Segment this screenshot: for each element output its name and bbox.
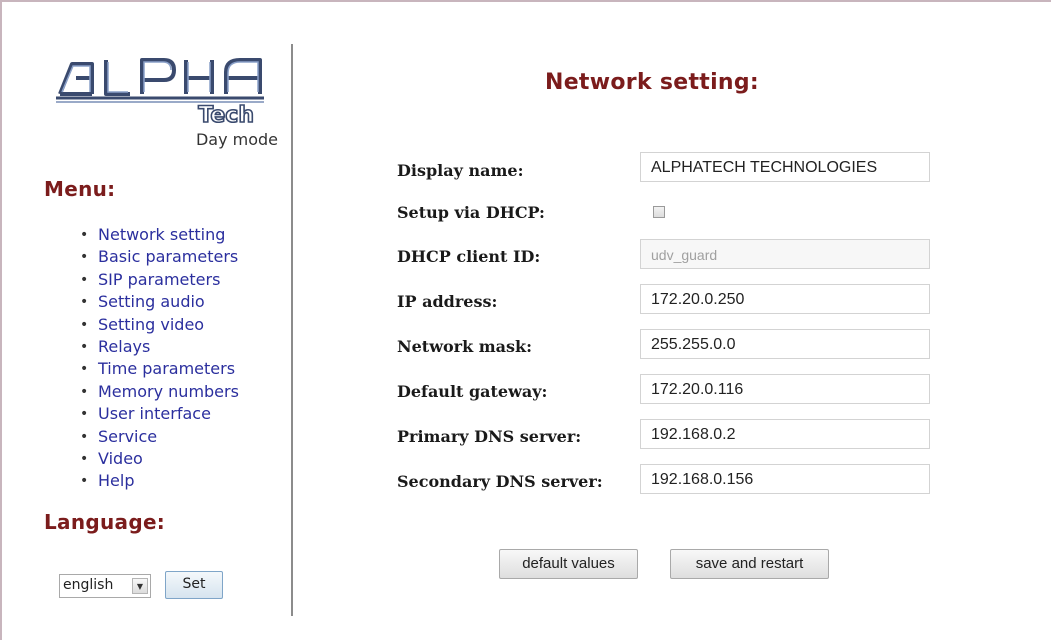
dhcp-label: Setup via DHCP:: [397, 203, 545, 222]
dhcp-checkbox[interactable]: [653, 206, 665, 218]
menu-link[interactable]: Video: [98, 449, 143, 468]
dhcp-client-id-input[interactable]: udv_guard: [640, 239, 930, 269]
primary-dns-label: Primary DNS server:: [397, 427, 582, 446]
menu-item-video[interactable]: • Video: [52, 448, 239, 470]
day-mode-label: Day mode: [195, 130, 278, 149]
menu-item-time-parameters[interactable]: • Time parameters: [52, 358, 239, 380]
menu-link[interactable]: User interface: [98, 404, 211, 423]
display-name-label: Display name:: [397, 161, 524, 180]
ip-address-input[interactable]: 172.20.0.250: [640, 284, 930, 314]
menu-link[interactable]: Setting video: [98, 315, 204, 334]
menu-link[interactable]: SIP parameters: [98, 270, 220, 289]
menu-link[interactable]: Relays: [98, 337, 150, 356]
menu-list: • Network setting • Basic parameters • SIP …: [52, 224, 239, 493]
menu-item-network-setting[interactable]: • Network setting: [52, 224, 239, 246]
language-select[interactable]: english ▼: [59, 574, 151, 598]
bullet-icon: •: [80, 450, 89, 467]
bullet-icon: •: [80, 316, 89, 333]
bullet-icon: •: [80, 271, 89, 288]
secondary-dns-input[interactable]: 192.168.0.156: [640, 464, 930, 494]
menu-item-help[interactable]: • Help: [52, 470, 239, 492]
menu-item-memory-numbers[interactable]: • Memory numbers: [52, 381, 239, 403]
bullet-icon: •: [80, 249, 89, 266]
ip-address-label: IP address:: [397, 292, 498, 311]
bullet-icon: •: [80, 338, 89, 355]
bullet-icon: •: [80, 294, 89, 311]
menu-link[interactable]: Time parameters: [98, 359, 235, 378]
menu-item-service[interactable]: • Service: [52, 426, 239, 448]
bullet-icon: •: [80, 473, 89, 490]
default-gateway-label: Default gateway:: [397, 382, 548, 401]
chevron-down-icon[interactable]: ▼: [132, 578, 148, 594]
secondary-dns-label: Secondary DNS server:: [397, 472, 603, 491]
menu-item-relays[interactable]: • Relays: [52, 336, 239, 358]
svg-text:Tech: Tech: [198, 103, 254, 128]
menu-link[interactable]: Service: [98, 427, 157, 446]
page-frame: Tech Day mode Menu: • Network setting • Ba…: [0, 0, 1051, 640]
bullet-icon: •: [80, 227, 89, 243]
bullet-icon: •: [80, 383, 89, 400]
sidebar-divider: [291, 44, 293, 616]
menu-item-basic-parameters[interactable]: • Basic parameters: [52, 246, 239, 268]
language-select-value: english: [63, 577, 114, 593]
menu-item-sip-parameters[interactable]: • SIP parameters: [52, 269, 239, 291]
display-name-input[interactable]: ALPHATECH TECHNOLOGIES: [640, 152, 930, 182]
primary-dns-input[interactable]: 192.168.0.2: [640, 419, 930, 449]
page-title: Network setting:: [545, 70, 760, 95]
menu-link[interactable]: Memory numbers: [98, 382, 239, 401]
menu-link[interactable]: Network setting: [98, 225, 225, 244]
menu-item-setting-audio[interactable]: • Setting audio: [52, 291, 239, 313]
menu-item-setting-video[interactable]: • Setting video: [52, 314, 239, 336]
set-language-button[interactable]: Set: [165, 571, 223, 599]
save-and-restart-button[interactable]: save and restart: [670, 549, 829, 579]
menu-link[interactable]: Basic parameters: [98, 247, 238, 266]
bullet-icon: •: [80, 361, 89, 378]
default-values-button[interactable]: default values: [499, 549, 638, 579]
alphatech-logo: Tech: [50, 46, 270, 136]
network-mask-label: Network mask:: [397, 337, 533, 356]
menu-heading: Menu:: [44, 177, 116, 201]
menu-link[interactable]: Setting audio: [98, 292, 205, 311]
bullet-icon: •: [80, 428, 89, 445]
dhcp-client-id-label: DHCP client ID:: [397, 247, 541, 266]
menu-link[interactable]: Help: [98, 471, 134, 490]
default-gateway-input[interactable]: 172.20.0.116: [640, 374, 930, 404]
bullet-icon: •: [80, 406, 89, 423]
language-heading: Language:: [44, 510, 166, 534]
network-mask-input[interactable]: 255.255.0.0: [640, 329, 930, 359]
sidebar: Tech Day mode Menu: • Network setting • Ba…: [2, 2, 292, 642]
menu-item-user-interface[interactable]: • User interface: [52, 403, 239, 425]
